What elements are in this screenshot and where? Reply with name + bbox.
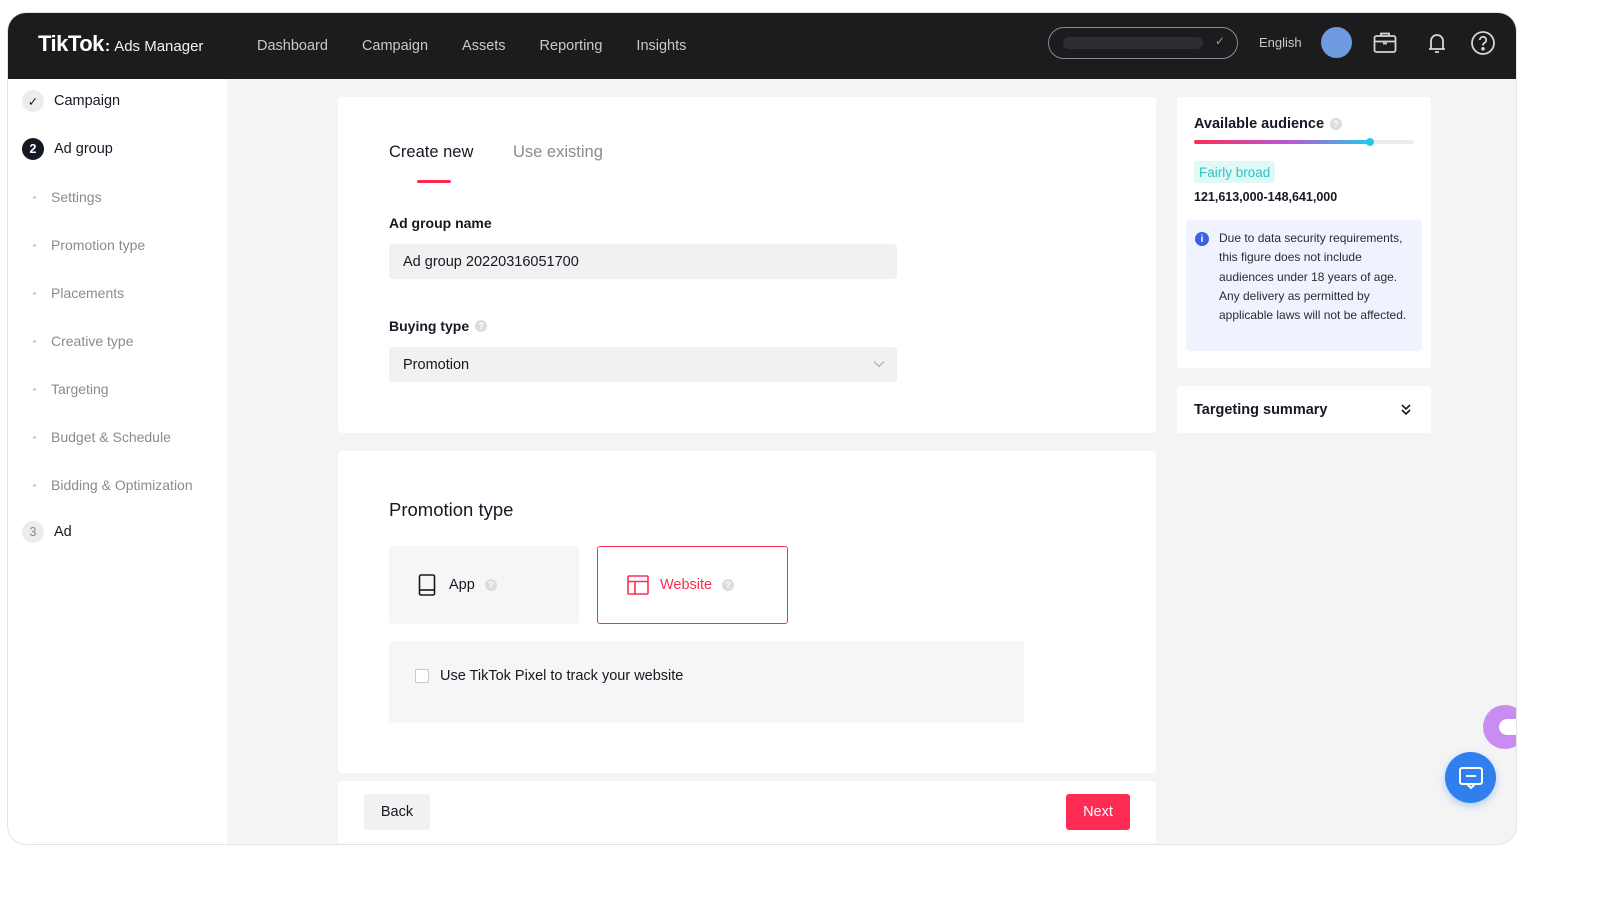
- chevron-down-icon: [873, 361, 885, 368]
- website-icon: [627, 575, 649, 595]
- help-icon[interactable]: ?: [1330, 118, 1343, 130]
- chevron-down-icon: ✓: [1214, 34, 1225, 48]
- info-icon: i: [1195, 232, 1209, 246]
- step-label: Campaign: [54, 93, 121, 109]
- chat-support-button[interactable]: [1445, 752, 1496, 803]
- sidebar-item-promotion-type[interactable]: Promotion type: [32, 237, 145, 253]
- step-number: 3: [22, 521, 44, 543]
- main-nav: Dashboard Campaign Assets Reporting Insi…: [257, 13, 720, 79]
- input-value: Ad group 20220316051700: [403, 253, 579, 270]
- audience-meter-fill: [1194, 140, 1370, 144]
- language-selector[interactable]: English: [1259, 35, 1302, 50]
- bell-icon[interactable]: [1422, 28, 1452, 58]
- next-button[interactable]: Next: [1066, 794, 1130, 830]
- step-sidebar: ✓ Campaign 2 Ad group Settings Promotion…: [8, 79, 227, 844]
- ad-group-name-label: Ad group name: [389, 215, 492, 231]
- field-label: Ad group name: [389, 215, 492, 231]
- brand-name: TikTok: [38, 31, 104, 56]
- chat-icon: [1458, 766, 1483, 789]
- sidebar-item-settings[interactable]: Settings: [33, 189, 102, 205]
- brand-dot: :: [104, 38, 111, 55]
- nav-reporting[interactable]: Reporting: [540, 38, 603, 54]
- sidebar-item-bidding-optimization[interactable]: Bidding & Optimization: [33, 477, 193, 493]
- promotion-type-title: Promotion type: [389, 499, 514, 520]
- nav-campaign[interactable]: Campaign: [362, 38, 428, 54]
- account-selector[interactable]: ✓: [1048, 27, 1238, 59]
- active-tab-indicator: [417, 180, 451, 183]
- option-label: Website: [660, 577, 713, 593]
- nav-insights[interactable]: Insights: [636, 38, 686, 54]
- audience-range: 121,613,000-148,641,000: [1194, 190, 1338, 204]
- briefcase-icon[interactable]: [1370, 28, 1400, 58]
- buying-type-select[interactable]: Promotion: [389, 347, 897, 382]
- step-ad-group[interactable]: 2 Ad group: [22, 138, 113, 160]
- audience-title-text: Available audience: [1194, 116, 1325, 132]
- ad-group-name-input[interactable]: Ad group 20220316051700: [389, 244, 897, 279]
- audience-meter-knob: [1366, 138, 1374, 146]
- top-nav-bar: TikTok : Ads Manager Dashboard Campaign …: [8, 13, 1516, 79]
- back-button[interactable]: Back: [364, 794, 430, 830]
- available-audience-title: Available audience ?: [1194, 116, 1343, 132]
- audience-info-text: Due to data security requirements, this …: [1219, 231, 1407, 323]
- sidebar-item-placements[interactable]: Placements: [32, 285, 124, 301]
- tiktok-ads-logo[interactable]: TikTok : Ads Manager: [38, 31, 203, 57]
- chat-dots-icon: [1499, 719, 1516, 735]
- product-name: Ads Manager: [114, 38, 204, 55]
- pixel-checkbox[interactable]: [415, 669, 429, 683]
- step-campaign[interactable]: ✓ Campaign: [22, 90, 120, 112]
- audience-size-badge: Fairly broad: [1194, 161, 1276, 183]
- help-icon[interactable]: ?: [722, 579, 735, 591]
- check-icon: ✓: [22, 90, 44, 112]
- step-label: Ad: [54, 524, 72, 540]
- audience-meter: [1194, 138, 1414, 146]
- help-icon[interactable]: [1468, 28, 1498, 58]
- account-name-redacted: [1063, 37, 1203, 49]
- tab-use-existing[interactable]: Use existing: [513, 143, 603, 162]
- nav-assets[interactable]: Assets: [462, 38, 506, 54]
- help-icon[interactable]: ?: [475, 320, 488, 332]
- option-label: App: [449, 577, 475, 593]
- app-window: TikTok : Ads Manager Dashboard Campaign …: [8, 13, 1516, 844]
- mobile-icon: [418, 574, 436, 596]
- step-label: Ad group: [54, 141, 113, 157]
- pixel-checkbox-label[interactable]: Use TikTok Pixel to track your website: [440, 668, 683, 684]
- option-website[interactable]: Website ?: [597, 546, 788, 624]
- field-label: Buying type: [389, 318, 470, 334]
- sidebar-item-budget-schedule[interactable]: Budget & Schedule: [33, 429, 171, 445]
- buying-type-label: Buying type ?: [389, 318, 488, 334]
- tab-create-new[interactable]: Create new: [389, 143, 473, 162]
- sidebar-item-targeting[interactable]: Targeting: [33, 381, 109, 397]
- step-ad[interactable]: 3 Ad: [22, 521, 72, 543]
- help-icon[interactable]: ?: [484, 579, 497, 591]
- step-number: 2: [22, 138, 44, 160]
- user-avatar[interactable]: [1321, 27, 1352, 58]
- footer-bar: [338, 781, 1156, 844]
- assistant-bubble-button[interactable]: [1483, 705, 1516, 749]
- option-app[interactable]: App ?: [389, 546, 579, 624]
- select-value: Promotion: [403, 356, 470, 373]
- targeting-summary-label: Targeting summary: [1194, 402, 1328, 418]
- nav-dashboard[interactable]: Dashboard: [257, 38, 328, 54]
- sidebar-item-creative-type[interactable]: Creative type: [32, 333, 133, 349]
- double-chevron-down-icon[interactable]: [1398, 401, 1414, 417]
